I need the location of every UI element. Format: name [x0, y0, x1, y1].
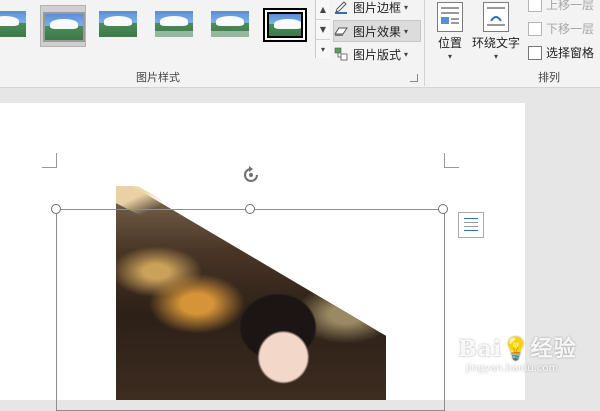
chevron-down-icon: ▾: [493, 52, 498, 61]
position-icon: [437, 2, 463, 32]
chevron-down-icon: ▾: [447, 52, 452, 61]
gallery-scroll: ▲ ▼ ▾: [315, 0, 330, 58]
gallery-more-icon[interactable]: ▾: [316, 40, 330, 59]
picture-styles-gallery: [0, 0, 315, 58]
landscape-icon: [99, 11, 137, 37]
selection-pane-button[interactable]: 选择窗格: [528, 44, 594, 61]
gallery-down-icon[interactable]: ▼: [316, 20, 330, 40]
picture-style-reflected-soft[interactable]: [208, 5, 252, 45]
gallery-up-icon[interactable]: ▲: [316, 0, 330, 20]
send-backward-label: 下移一层: [546, 22, 595, 36]
picture-style-gray-frame[interactable]: [40, 5, 86, 47]
watermark-logo: Bai💡经验: [458, 336, 577, 362]
effects-icon: [334, 24, 348, 38]
selection-pane-icon: [528, 45, 542, 60]
layout-options-icon[interactable]: [458, 212, 484, 238]
picture-border-button[interactable]: 图片边框 ▾: [334, 0, 420, 17]
chevron-down-icon: ▾: [404, 2, 409, 12]
landscape-icon: [267, 12, 303, 38]
margin-marker-top-right: [444, 153, 459, 168]
group-separator: [424, 0, 425, 86]
send-backward-icon: [528, 21, 542, 36]
watermark-url: jingyan.baidu.com: [466, 363, 559, 374]
picture-border-label: 图片边框: [353, 0, 402, 15]
margin-marker-top-left: [42, 153, 57, 168]
bring-forward-button[interactable]: 上移一层: [528, 0, 594, 13]
pencil-icon: [334, 0, 348, 14]
arrange-group-label: 排列: [538, 71, 560, 84]
picture-effects-label: 图片效果: [353, 24, 402, 39]
position-label: 位置: [437, 36, 462, 50]
picture-style-soft-edge[interactable]: [96, 5, 140, 45]
wrap-text-button[interactable]: 环绕文字 ▾: [471, 0, 521, 61]
resize-handle-top[interactable]: [245, 204, 255, 214]
bring-forward-icon: [528, 0, 542, 12]
picture-styles-group-label: 图片样式: [136, 71, 180, 84]
chevron-down-icon: ▾: [404, 49, 409, 59]
rotate-handle-icon[interactable]: [240, 164, 262, 186]
picture-effects-button[interactable]: 图片效果 ▾: [333, 20, 421, 42]
picture-layout-button[interactable]: 图片版式 ▾: [334, 44, 420, 64]
dialog-launcher-icon[interactable]: [410, 74, 418, 82]
selection-pane-label: 选择窗格: [546, 46, 595, 60]
position-button[interactable]: 位置 ▾: [434, 0, 466, 61]
picture-style-simple-frame[interactable]: [0, 5, 44, 45]
send-backward-button[interactable]: 下移一层: [528, 20, 594, 37]
chevron-down-icon: ▾: [404, 26, 409, 36]
landscape-icon: [211, 11, 249, 37]
wrap-text-icon: [483, 2, 509, 32]
picture-style-reflected[interactable]: [152, 5, 196, 45]
ribbon: ▲ ▼ ▾ 图片样式 图片边框 ▾ 图片效果 ▾ 图片版式 ▾ 位置 ▾ 环绕文…: [0, 0, 600, 88]
wrap-text-label: 环绕文字: [471, 36, 520, 50]
landscape-icon: [43, 12, 85, 42]
picture-style-black-frame[interactable]: [262, 5, 306, 45]
resize-handle-top-right[interactable]: [438, 204, 448, 214]
landscape-icon: [0, 11, 26, 37]
picture-layout-icon: [334, 47, 348, 61]
landscape-icon: [155, 11, 193, 37]
picture-layout-label: 图片版式: [353, 47, 402, 62]
selection-frame: [56, 209, 445, 411]
baidu-watermark: Bai💡经验 jingyan.baidu.com: [458, 331, 598, 399]
bring-forward-label: 上移一层: [546, 0, 595, 12]
resize-handle-top-left[interactable]: [51, 204, 61, 214]
